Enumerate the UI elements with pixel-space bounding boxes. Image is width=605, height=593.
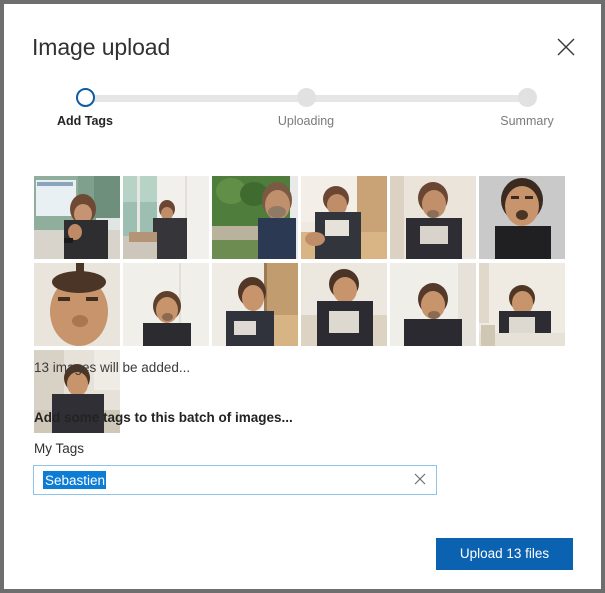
stepper-step-add-tags[interactable]: Add Tags	[30, 86, 140, 128]
stepper-dot-active	[75, 88, 95, 107]
thumbnail-grid	[34, 176, 568, 433]
tags-input[interactable]: Sebastien	[33, 465, 437, 495]
stepper-label: Add Tags	[56, 114, 114, 128]
stepper-step-uploading[interactable]: Uploading	[251, 86, 361, 128]
tags-field-label: My Tags	[34, 441, 85, 456]
tags-input-value[interactable]: Sebastien	[43, 471, 107, 489]
images-count-caption: 13 images will be added...	[34, 360, 191, 375]
thumbnail-item[interactable]	[34, 176, 120, 259]
stepper-label: Uploading	[277, 114, 335, 128]
close-button[interactable]	[543, 24, 589, 70]
thumbnail-item[interactable]	[301, 263, 387, 346]
clear-x-icon	[414, 473, 426, 488]
upload-files-button[interactable]: Upload 13 files	[436, 538, 573, 570]
thumbnail-item[interactable]	[34, 263, 120, 346]
image-upload-dialog: Image upload Add Tags Uploading Summary	[4, 4, 601, 589]
thumbnail-item[interactable]	[212, 263, 298, 346]
page-title: Image upload	[32, 34, 171, 60]
thumbnail-item[interactable]	[123, 176, 209, 259]
tags-section-heading: Add some tags to this batch of images...	[34, 410, 293, 425]
thumbnail-item[interactable]	[212, 176, 298, 259]
close-icon	[555, 36, 577, 58]
thumbnail-item[interactable]	[479, 263, 565, 346]
progress-stepper: Add Tags Uploading Summary	[4, 86, 601, 136]
clear-tag-button[interactable]	[404, 466, 436, 494]
stepper-dot	[296, 88, 316, 107]
thumbnail-item[interactable]	[390, 176, 476, 259]
stepper-label: Summary	[500, 114, 554, 128]
dialog-header: Image upload	[4, 4, 601, 76]
stepper-step-summary[interactable]: Summary	[472, 86, 582, 128]
thumbnail-item[interactable]	[390, 263, 476, 346]
stepper-dot	[517, 88, 537, 107]
thumbnail-item[interactable]	[479, 176, 565, 259]
thumbnail-item[interactable]	[301, 176, 387, 259]
thumbnail-item[interactable]	[123, 263, 209, 346]
